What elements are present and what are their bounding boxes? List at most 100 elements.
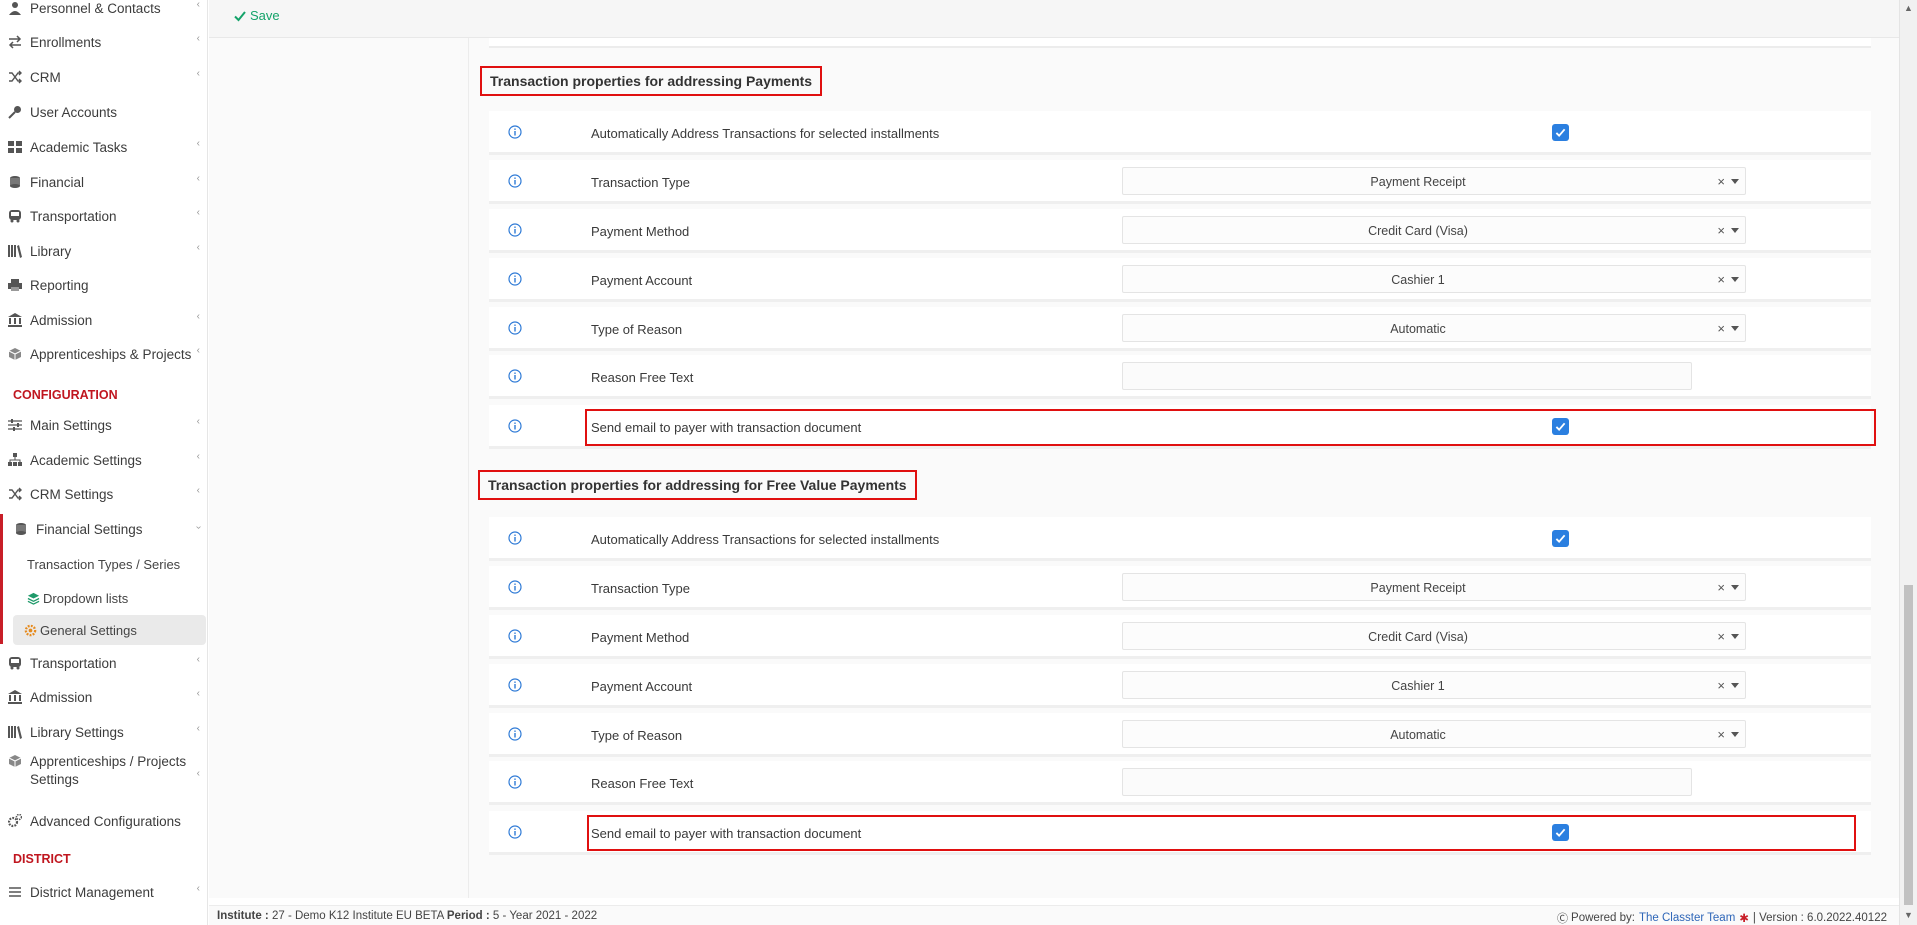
sidebar-item-library[interactable]: Library ‹	[0, 236, 208, 266]
clear-icon[interactable]: ×	[1717, 678, 1725, 693]
type-of-reason-select[interactable]: Automatic ×	[1122, 314, 1746, 342]
dropdown-arrow-icon[interactable]	[1731, 585, 1739, 590]
info-icon[interactable]	[508, 174, 522, 188]
org-icon	[7, 452, 23, 468]
clear-icon[interactable]: ×	[1717, 321, 1725, 336]
setting-label: Transaction Type	[591, 175, 690, 190]
previous-row-edge	[489, 38, 1871, 48]
payment-account-select[interactable]: Cashier 1 ×	[1122, 671, 1746, 699]
sidebar-item-reporting[interactable]: Reporting	[0, 270, 208, 300]
sidebar-item-transportation[interactable]: Transportation ‹	[0, 201, 208, 231]
classter-team-link[interactable]: The Classter Team	[1639, 912, 1735, 924]
sidebar-item-label: Library	[30, 243, 72, 259]
sidebar-item-admission[interactable]: Admission ‹	[0, 305, 208, 335]
info-icon[interactable]	[508, 775, 522, 789]
info-icon[interactable]	[508, 125, 522, 139]
info-icon[interactable]	[508, 825, 522, 839]
sidebar-subitem-transaction-types-series[interactable]: Transaction Types / Series	[0, 549, 208, 579]
sidebar-item-label: Enrollments	[30, 34, 102, 50]
dropdown-arrow-icon[interactable]	[1731, 277, 1739, 282]
cube-icon	[7, 346, 23, 362]
dropdown-arrow-icon[interactable]	[1731, 732, 1739, 737]
info-icon[interactable]	[508, 272, 522, 286]
sidebar-item-label: Reporting	[30, 277, 89, 293]
save-button[interactable]: Save	[234, 8, 280, 23]
sidebar-item-label: Academic Settings	[30, 452, 142, 468]
reason-free-text-input[interactable]	[1122, 362, 1692, 390]
setting-label: Payment Account	[591, 273, 693, 288]
settings-content: Transaction properties for addressing Pa…	[470, 38, 1899, 898]
scroll-up-icon[interactable]: ▲	[1904, 3, 1913, 13]
checkmark-icon	[1555, 534, 1566, 544]
checkbox[interactable]	[1552, 418, 1569, 435]
list-icon	[7, 884, 23, 900]
info-icon[interactable]	[508, 580, 522, 594]
scroll-down-icon[interactable]: ▼	[1904, 910, 1913, 920]
checkbox[interactable]	[1552, 124, 1569, 141]
sidebar-item-crm-settings[interactable]: CRM Settings ‹	[0, 479, 208, 509]
info-icon[interactable]	[508, 678, 522, 692]
sidebar-item-academic-settings[interactable]: Academic Settings ‹	[0, 445, 208, 475]
dropdown-arrow-icon[interactable]	[1731, 326, 1739, 331]
sidebar-item-enrollments[interactable]: Enrollments ‹	[0, 27, 208, 57]
dropdown-arrow-icon[interactable]	[1731, 228, 1739, 233]
dropdown-arrow-icon[interactable]	[1731, 634, 1739, 639]
info-icon[interactable]	[508, 629, 522, 643]
transaction-type-select[interactable]: Payment Receipt ×	[1122, 573, 1746, 601]
info-icon[interactable]	[508, 223, 522, 237]
sidebar-item-advanced-configurations[interactable]: Advanced Configurations	[0, 806, 208, 836]
reason-free-text-input[interactable]	[1122, 768, 1692, 796]
sidebar-item-financial[interactable]: Financial ‹	[0, 167, 208, 197]
chevron-left-icon: ‹	[196, 345, 200, 356]
institute-value: 27 - Demo K12 Institute EU BETA	[271, 910, 444, 922]
dropdown-arrow-icon[interactable]	[1731, 179, 1739, 184]
payment-method-select[interactable]: Credit Card (Visa) ×	[1122, 622, 1746, 650]
payment-method-select[interactable]: Credit Card (Visa) ×	[1122, 216, 1746, 244]
clear-icon[interactable]: ×	[1717, 629, 1725, 644]
footer: Institute : 27 - Demo K12 Institute EU B…	[209, 905, 1899, 925]
info-icon[interactable]	[508, 369, 522, 383]
setting-row-reason-free-text: Reason Free Text	[489, 761, 1871, 805]
sidebar-item-label: Financial Settings	[36, 521, 143, 537]
sidebar-item-library-settings[interactable]: Library Settings ‹	[0, 717, 208, 747]
sidebar-item-main-settings[interactable]: Main Settings ‹	[0, 410, 208, 440]
chevron-left-icon: ‹	[196, 0, 200, 10]
sidebar-subitem-general-settings[interactable]: General Settings	[13, 615, 206, 645]
setting-row-reason-free-text: Reason Free Text	[489, 355, 1871, 399]
chevron-left-icon: ‹	[196, 451, 200, 462]
scrollbar-thumb[interactable]	[1904, 585, 1913, 905]
clear-icon[interactable]: ×	[1717, 580, 1725, 595]
checkbox[interactable]	[1552, 824, 1569, 841]
sidebar-item-transportation[interactable]: Transportation ‹	[0, 648, 208, 678]
payment-account-select[interactable]: Cashier 1 ×	[1122, 265, 1746, 293]
clear-icon[interactable]: ×	[1717, 174, 1725, 189]
clear-icon[interactable]: ×	[1717, 223, 1725, 238]
sidebar-item-district-management[interactable]: District Management ‹	[0, 877, 208, 907]
setting-label: Payment Account	[591, 679, 693, 694]
dropdown-arrow-icon[interactable]	[1731, 683, 1739, 688]
sidebar-item-admission[interactable]: Admission ‹	[0, 682, 208, 712]
sidebar-item-financial-settings[interactable]: Financial Settings ‹	[0, 514, 208, 544]
info-icon[interactable]	[508, 531, 522, 545]
clear-icon[interactable]: ×	[1717, 727, 1725, 742]
type-of-reason-select[interactable]: Automatic ×	[1122, 720, 1746, 748]
setting-label: Transaction Type	[591, 581, 690, 596]
clear-icon[interactable]: ×	[1717, 272, 1725, 287]
sidebar-subitem-dropdown-lists[interactable]: Dropdown lists	[0, 583, 208, 613]
sidebar-item-academic-tasks[interactable]: Academic Tasks ‹	[0, 132, 208, 162]
sidebar-item-label: Main Settings	[30, 417, 112, 433]
page-scrollbar[interactable]: ▲ ▼	[1899, 0, 1917, 925]
chevron-left-icon: ‹	[196, 416, 200, 427]
sidebar-item-user-accounts[interactable]: User Accounts	[0, 97, 208, 127]
sidebar-item-personnel-contacts[interactable]: Personnel & Contacts ‹	[0, 0, 208, 23]
info-icon[interactable]	[508, 321, 522, 335]
select-value: Automatic	[1390, 728, 1446, 742]
printer-icon	[7, 277, 23, 293]
sidebar-item-apprenticeships-projects-settings[interactable]: Apprenticeships / Projects Settings ‹	[0, 751, 208, 791]
sidebar-item-crm[interactable]: CRM ‹	[0, 62, 208, 92]
info-icon[interactable]	[508, 727, 522, 741]
checkbox[interactable]	[1552, 530, 1569, 547]
sidebar-item-apprenticeships-projects[interactable]: Apprenticeships & Projects ‹	[0, 339, 208, 369]
transaction-type-select[interactable]: Payment Receipt ×	[1122, 167, 1746, 195]
info-icon[interactable]	[508, 419, 522, 433]
